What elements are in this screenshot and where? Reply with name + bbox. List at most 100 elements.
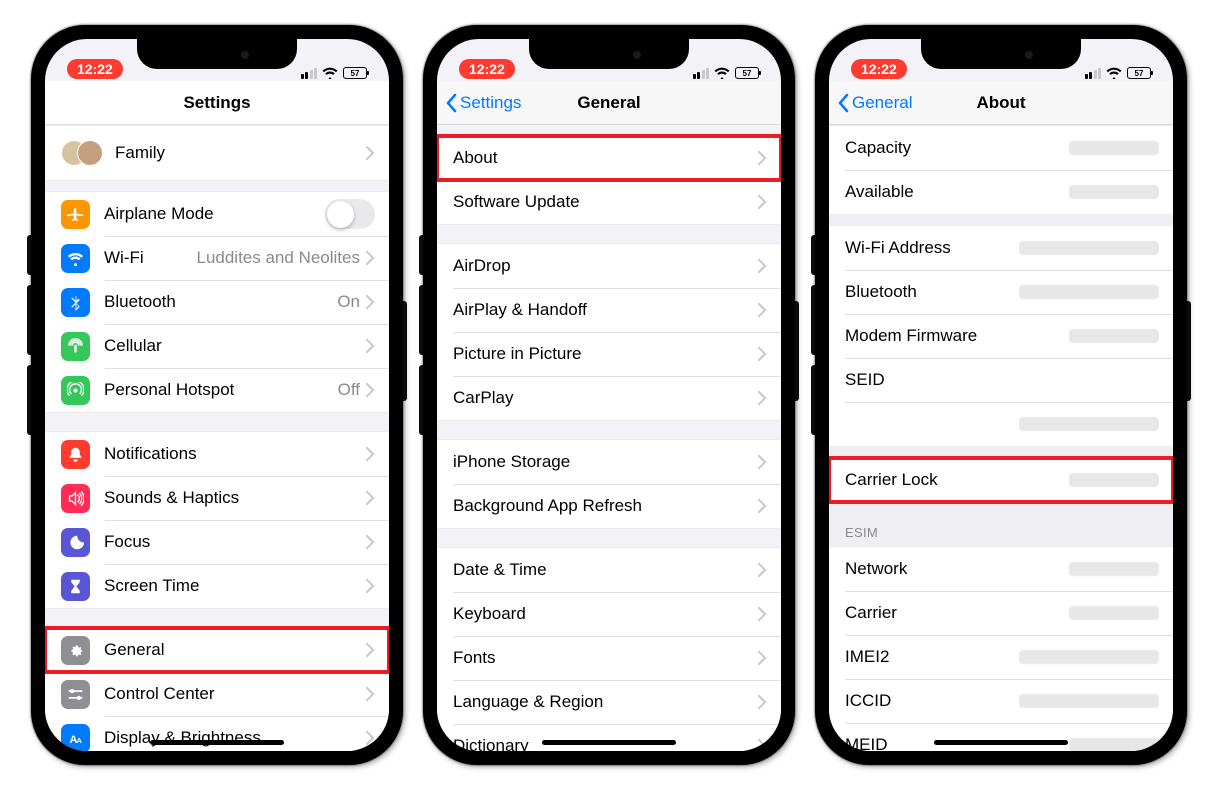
row-date-time[interactable]: Date & Time (437, 548, 781, 592)
cellular-signal-icon (301, 68, 318, 79)
row-control-center[interactable]: Control Center (45, 672, 389, 716)
row-label: Wi-Fi Address (845, 238, 1019, 258)
chevron-right-icon (366, 339, 375, 353)
row-detail-redacted (1019, 417, 1159, 431)
row-label: Software Update (453, 192, 758, 212)
row-focus[interactable]: Focus (45, 520, 389, 564)
row-label: Background App Refresh (453, 496, 758, 516)
row-label: Screen Time (104, 576, 366, 596)
row-label: Family (115, 143, 366, 163)
row-personal-hotspot[interactable]: Personal HotspotOff (45, 368, 389, 412)
row-picture-in-picture[interactable]: Picture in Picture (437, 332, 781, 376)
row-label: About (453, 148, 758, 168)
row-display-brightness[interactable]: AADisplay & Brightness (45, 716, 389, 751)
chevron-right-icon (758, 455, 767, 469)
moon-icon (61, 528, 90, 557)
row-imei-[interactable]: IMEI2 (829, 635, 1173, 679)
row-iphone-storage[interactable]: iPhone Storage (437, 440, 781, 484)
row-label: General (104, 640, 366, 660)
row-label: Capacity (845, 138, 1069, 158)
row-background-app-refresh[interactable]: Background App Refresh (437, 484, 781, 528)
row-about[interactable]: About (437, 136, 781, 180)
chevron-right-icon (758, 195, 767, 209)
row-label: AirDrop (453, 256, 758, 276)
row-seid[interactable]: SEID (829, 358, 1173, 402)
status-icons: 57 (301, 67, 368, 79)
row-label: SEID (845, 370, 1159, 390)
row-airplane-mode[interactable]: Airplane Mode (45, 192, 389, 236)
row-iccid[interactable]: ICCID (829, 679, 1173, 723)
row-meid[interactable]: MEID (829, 723, 1173, 751)
chevron-right-icon (366, 383, 375, 397)
chevron-right-icon (366, 251, 375, 265)
status-icons: 57 (693, 67, 760, 79)
chevron-left-icon (445, 93, 457, 113)
row-keyboard[interactable]: Keyboard (437, 592, 781, 636)
nav-title: About (976, 93, 1025, 113)
home-indicator[interactable] (934, 740, 1068, 745)
home-indicator[interactable] (542, 740, 676, 745)
about-list[interactable]: Capacity Available Wi-Fi Address Bluetooth… (829, 125, 1173, 751)
row-sounds-haptics[interactable]: Sounds & Haptics (45, 476, 389, 520)
row-detail-redacted (1019, 285, 1159, 299)
row-label: CarPlay (453, 388, 758, 408)
row-detail: Off (338, 380, 360, 400)
chevron-left-icon (837, 93, 849, 113)
wifi-icon (1106, 67, 1122, 79)
row-available[interactable]: Available (829, 170, 1173, 214)
row-bluetooth[interactable]: BluetoothOn (45, 280, 389, 324)
settings-list[interactable]: Family Airplane ModeWi-FiLuddites and Ne… (45, 125, 389, 751)
chevron-right-icon (758, 391, 767, 405)
row-dictionary[interactable]: Dictionary (437, 724, 781, 751)
row-network[interactable]: Network (829, 547, 1173, 591)
row-wi-fi-address[interactable]: Wi-Fi Address (829, 226, 1173, 270)
chevron-right-icon (366, 491, 375, 505)
battery-icon: 57 (735, 67, 759, 79)
row-wi-fi[interactable]: Wi-FiLuddites and Neolites (45, 236, 389, 280)
row-detail-redacted (1019, 694, 1159, 708)
row-detail-redacted (1069, 185, 1159, 199)
row-bluetooth[interactable]: Bluetooth (829, 270, 1173, 314)
row-detail-redacted (1069, 473, 1159, 487)
row-airplay-handoff[interactable]: AirPlay & Handoff (437, 288, 781, 332)
row-label: Carrier (845, 603, 1069, 623)
row-label: IMEI2 (845, 647, 1019, 667)
home-indicator[interactable] (150, 740, 284, 745)
row-fonts[interactable]: Fonts (437, 636, 781, 680)
row-software-update[interactable]: Software Update (437, 180, 781, 224)
row-capacity[interactable]: Capacity (829, 126, 1173, 170)
notch (137, 39, 297, 69)
chevron-right-icon (366, 146, 375, 160)
chevron-right-icon (758, 739, 767, 751)
gear-icon (61, 636, 90, 665)
general-list[interactable]: About Software Update AirDrop AirPlay & Han… (437, 125, 781, 751)
row-detail-redacted (1069, 329, 1159, 343)
row-carrier[interactable]: Carrier (829, 591, 1173, 635)
row-label: Personal Hotspot (104, 380, 338, 400)
phone-general: 12:22 57 Settings General AboutSoftware … (423, 25, 795, 765)
chevron-right-icon (758, 259, 767, 273)
row-detail-redacted (1069, 606, 1159, 620)
wifi-icon (322, 67, 338, 79)
back-button[interactable]: General (837, 81, 912, 124)
row-general[interactable]: General (45, 628, 389, 672)
row-screen-time[interactable]: Screen Time (45, 564, 389, 608)
row-cellular[interactable]: Cellular (45, 324, 389, 368)
back-button[interactable]: Settings (445, 81, 521, 124)
hourglass-icon (61, 572, 90, 601)
row-carplay[interactable]: CarPlay (437, 376, 781, 420)
row-carrier-lock[interactable]: Carrier Lock (829, 458, 1173, 502)
status-time: 12:22 (459, 59, 515, 79)
row-notifications[interactable]: Notifications (45, 432, 389, 476)
row-modem-firmware[interactable]: Modem Firmware (829, 314, 1173, 358)
row-language-region[interactable]: Language & Region (437, 680, 781, 724)
chevron-right-icon (366, 731, 375, 745)
row-family[interactable]: Family (45, 126, 389, 180)
airplane-icon (61, 200, 90, 229)
toggle-switch[interactable] (325, 199, 375, 229)
row-detail: On (337, 292, 360, 312)
row-redacted[interactable] (829, 402, 1173, 446)
chevron-right-icon (758, 303, 767, 317)
row-airdrop[interactable]: AirDrop (437, 244, 781, 288)
status-time: 12:22 (851, 59, 907, 79)
